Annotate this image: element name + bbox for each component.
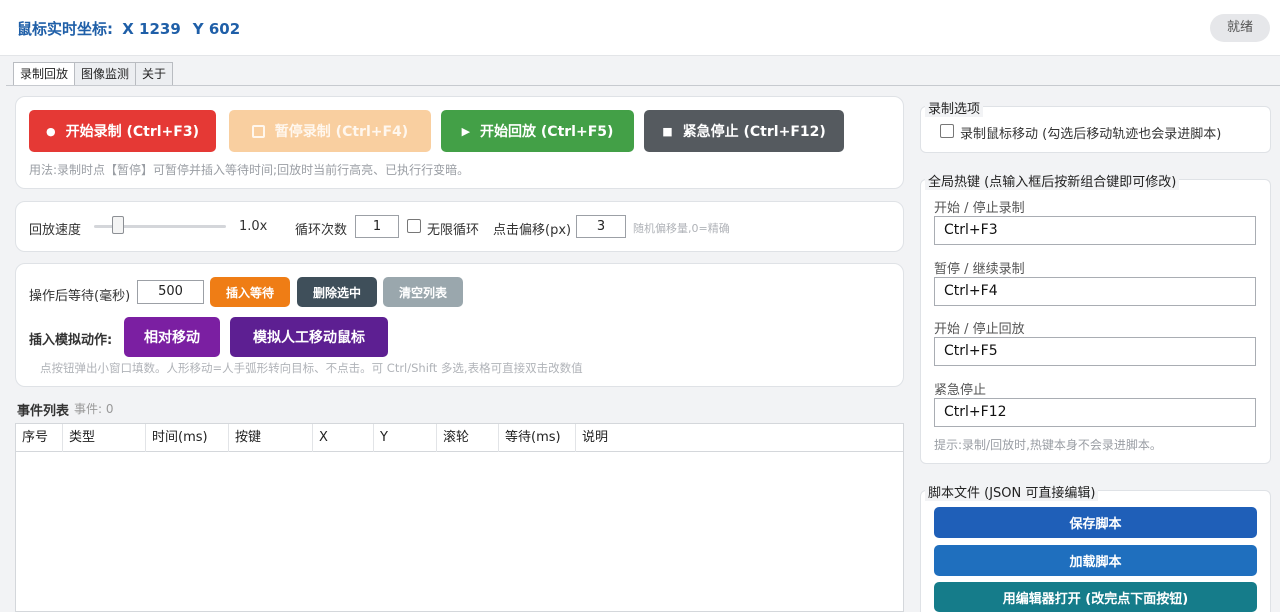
speed-value: 1.0x — [239, 219, 268, 234]
col-note[interactable]: 说明 — [576, 424, 903, 452]
stop-icon: ■ — [662, 124, 673, 138]
col-x[interactable]: X — [313, 424, 374, 452]
record-mouse-move-label: 录制鼠标移动 (勾选后移动轨迹也会录进脚本) — [960, 127, 1222, 142]
hotkey-input-pause[interactable]: Ctrl+F4 — [934, 277, 1256, 306]
offset-hint: 随机偏移量,0=精确 — [633, 222, 730, 235]
loop-count-label: 循环次数 — [295, 223, 348, 238]
hotkey-label-record: 开始 / 停止录制 — [934, 201, 1025, 216]
col-y[interactable]: Y — [374, 424, 437, 452]
col-wheel[interactable]: 滚轮 — [437, 424, 499, 452]
coord-label: 鼠标实时坐标: — [17, 20, 113, 38]
hotkeys-hint: 提示:录制/回放时,热键本身不会录进脚本。 — [934, 438, 1162, 452]
tab-bar: 录制回放 图像监测 关于 — [13, 62, 174, 86]
hotkey-input-record[interactable]: Ctrl+F3 — [934, 216, 1256, 245]
record-mouse-move-checkbox[interactable] — [940, 124, 954, 138]
tab-image-monitor[interactable]: 图像监测 — [74, 62, 137, 85]
delete-selected-button[interactable]: 删除选中 — [297, 277, 377, 307]
record-options-title: 录制选项 — [925, 98, 984, 117]
click-offset-label: 点击偏移(px) — [493, 223, 572, 238]
infinite-loop-checkbox[interactable] — [407, 219, 421, 233]
actions-hint: 点按钮弹出小窗口填数。人形移动=人手弧形转向目标、不点击。可 Ctrl/Shif… — [40, 361, 583, 375]
tab-record-playback[interactable]: 录制回放 — [13, 62, 76, 86]
hotkey-input-emergency[interactable]: Ctrl+F12 — [934, 398, 1256, 427]
col-wait[interactable]: 等待(ms) — [499, 424, 576, 452]
tab-about[interactable]: 关于 — [135, 62, 174, 85]
start-record-button[interactable]: ● 开始录制 (Ctrl+F3) — [29, 110, 216, 152]
hotkey-label-playback: 开始 / 停止回放 — [934, 322, 1025, 337]
pause-record-button[interactable]: 暂停录制 (Ctrl+F4) — [229, 110, 431, 152]
col-time[interactable]: 时间(ms) — [146, 424, 229, 452]
relative-move-button[interactable]: 相对移动 — [124, 317, 220, 357]
loop-count-input[interactable]: 1 — [355, 215, 399, 238]
tab-divider — [6, 85, 1280, 86]
record-dot-icon: ● — [46, 124, 56, 138]
usage-hint: 用法:录制时点【暂停】可暂停并插入等待时间;回放时当前行高亮、已执行行变暗。 — [29, 163, 470, 177]
emergency-stop-button[interactable]: ■ 紧急停止 (Ctrl+F12) — [644, 110, 844, 152]
status-badge: 就绪 — [1210, 14, 1270, 42]
coord-x: X 1239 — [122, 20, 181, 38]
event-table-header: 序号 类型 时间(ms) 按键 X Y 滚轮 等待(ms) 说明 — [16, 424, 903, 452]
insert-wait-button[interactable]: 插入等待 — [210, 277, 290, 307]
save-script-button[interactable]: 保存脚本 — [934, 507, 1257, 538]
top-bar: 鼠标实时坐标: X 1239 Y 602 就绪 — [0, 0, 1280, 56]
col-key[interactable]: 按键 — [229, 424, 313, 452]
human-move-button[interactable]: 模拟人工移动鼠标 — [230, 317, 388, 357]
clear-list-button[interactable]: 清空列表 — [383, 277, 463, 307]
event-list-title: 事件列表 — [17, 404, 70, 419]
infinite-loop-label: 无限循环 — [427, 223, 480, 238]
speed-slider-handle[interactable] — [112, 216, 125, 234]
event-table[interactable]: 序号 类型 时间(ms) 按键 X Y 滚轮 等待(ms) 说明 — [15, 423, 904, 612]
load-script-button[interactable]: 加载脚本 — [934, 545, 1257, 576]
hotkey-label-pause: 暂停 / 继续录制 — [934, 262, 1025, 277]
script-file-title: 脚本文件 (JSON 可直接编辑) — [925, 482, 1099, 501]
speed-label: 回放速度 — [29, 223, 82, 238]
hotkeys-title: 全局热键 (点输入框后按新组合键即可修改) — [925, 171, 1180, 190]
open-in-editor-button[interactable]: 用编辑器打开 (改完点下面按钮) — [934, 582, 1257, 612]
play-icon: ▶ — [461, 124, 471, 138]
wait-ms-input[interactable]: 500 — [137, 280, 204, 304]
col-index[interactable]: 序号 — [16, 424, 63, 452]
wait-after-label: 操作后等待(毫秒) — [29, 289, 131, 304]
mouse-coordinate-readout: 鼠标实时坐标: X 1239 Y 602 — [17, 18, 240, 39]
hotkey-input-playback[interactable]: Ctrl+F5 — [934, 337, 1256, 366]
click-offset-input[interactable]: 3 — [576, 215, 626, 238]
insert-sim-label: 插入模拟动作: — [29, 333, 113, 348]
event-count: 事件: 0 — [74, 402, 114, 416]
start-playback-button[interactable]: ▶ 开始回放 (Ctrl+F5) — [441, 110, 634, 152]
col-type[interactable]: 类型 — [63, 424, 146, 452]
coord-y: Y 602 — [192, 20, 241, 38]
hotkey-label-emergency: 紧急停止 — [934, 383, 987, 398]
pause-icon — [251, 124, 265, 138]
